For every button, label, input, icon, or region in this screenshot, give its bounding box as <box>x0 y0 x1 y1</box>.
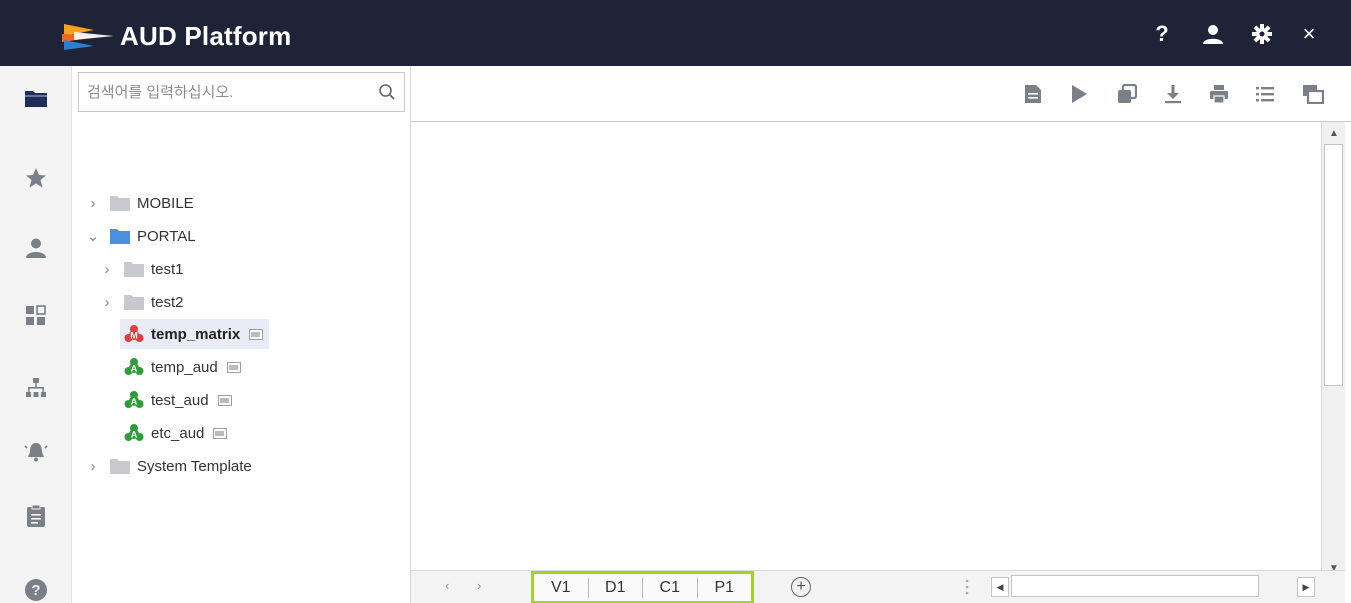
folder-icon <box>110 459 130 474</box>
search-box <box>78 72 405 112</box>
scroll-right-icon[interactable]: ▶ <box>1297 577 1315 597</box>
folder-icon[interactable] <box>18 80 54 116</box>
print-icon[interactable] <box>1207 82 1231 106</box>
folder-open-icon <box>110 229 130 244</box>
window-icon[interactable] <box>1301 82 1325 106</box>
tree-item-label: test1 <box>151 260 184 278</box>
aud-report-icon: A <box>124 358 144 375</box>
tree-item-label: etc_aud <box>151 424 205 442</box>
matrix-report-icon: M <box>124 325 144 342</box>
svg-text:A: A <box>131 364 138 374</box>
settings-gear-icon[interactable] <box>1250 22 1274 46</box>
prev-tab-icon[interactable]: ‹ <box>445 578 449 593</box>
chevron-right-icon[interactable]: › <box>100 261 114 278</box>
scroll-up-icon[interactable]: ▲ <box>1325 124 1343 142</box>
folder-icon <box>124 262 144 277</box>
tree-item-mobile[interactable]: › MOBILE <box>86 188 194 218</box>
preview-icon[interactable] <box>249 328 264 340</box>
vertical-scrollbar[interactable]: ▲ ▼ <box>1321 122 1345 579</box>
tree-item-portal[interactable]: ⌄ PORTAL <box>86 221 196 251</box>
vertical-scroll-thumb[interactable] <box>1324 144 1343 386</box>
tree-item-etc-aud[interactable]: A etc_aud <box>124 418 228 448</box>
tree-item-label: temp_aud <box>151 358 218 376</box>
sheet-tab-bar: ‹ › V1 D1 C1 P1 + ◀ ▶ <box>411 570 1345 603</box>
chevron-right-icon[interactable]: › <box>86 195 100 212</box>
add-tab-button[interactable]: + <box>791 577 811 597</box>
tree-item-temp-matrix[interactable]: M temp_matrix <box>120 319 270 349</box>
tree-item-label: MOBILE <box>137 194 194 212</box>
svg-text:A: A <box>131 397 138 407</box>
report-canvas[interactable] <box>411 122 1321 570</box>
document-icon[interactable] <box>1021 82 1045 106</box>
splitter-grip-icon[interactable] <box>965 579 969 595</box>
preview-icon[interactable] <box>226 361 241 373</box>
download-icon[interactable] <box>1161 82 1185 106</box>
clipboard-icon[interactable] <box>18 498 54 534</box>
chevron-right-icon[interactable]: › <box>86 458 100 475</box>
tree-item-label: test_aud <box>151 391 209 409</box>
help-circle-icon[interactable]: ? <box>18 572 54 603</box>
tree-item-label: System Template <box>137 457 252 475</box>
next-tab-icon[interactable]: › <box>477 578 481 593</box>
app-header: AUD Platform ? × <box>0 0 1351 66</box>
tab-p1[interactable]: P1 <box>698 574 752 601</box>
tree-item-label: test2 <box>151 293 184 311</box>
nav-rail: ? <box>0 66 72 603</box>
alarm-icon[interactable] <box>18 434 54 470</box>
preview-icon[interactable] <box>217 394 232 406</box>
svg-text:A: A <box>131 430 138 440</box>
close-icon[interactable]: × <box>1297 21 1321 46</box>
org-chart-icon[interactable] <box>18 370 54 406</box>
aud-report-icon: A <box>124 391 144 408</box>
horizontal-scroll-thumb[interactable] <box>1011 575 1259 597</box>
folder-icon <box>110 196 130 211</box>
star-icon[interactable] <box>18 160 54 196</box>
tree-item-label: PORTAL <box>137 227 196 245</box>
tree-item-temp-aud[interactable]: A temp_aud <box>124 352 241 382</box>
svg-text:?: ? <box>31 582 40 599</box>
grid-icon[interactable] <box>18 298 54 334</box>
sheet-tabs: V1 D1 C1 P1 <box>531 571 754 603</box>
aud-logo-icon <box>62 24 114 50</box>
tab-v1[interactable]: V1 <box>534 574 588 601</box>
tree-panel: › MOBILE ⌄ PORTAL › test1 › test2 M temp… <box>72 66 411 603</box>
user-icon[interactable] <box>18 230 54 266</box>
copy-icon[interactable] <box>1115 82 1139 106</box>
svg-text:M: M <box>130 331 138 341</box>
tree-item-system-template[interactable]: › System Template <box>86 451 252 481</box>
aud-report-icon: A <box>124 424 144 441</box>
preview-icon[interactable] <box>213 427 228 439</box>
search-icon[interactable] <box>378 83 396 101</box>
help-icon[interactable]: ? <box>1150 21 1174 46</box>
tree-item-test-aud[interactable]: A test_aud <box>124 385 232 415</box>
chevron-down-icon[interactable]: ⌄ <box>86 228 100 245</box>
play-icon[interactable] <box>1067 82 1091 106</box>
tree-item-test1[interactable]: › test1 <box>100 254 184 284</box>
app-title: AUD Platform <box>120 21 292 51</box>
scroll-left-icon[interactable]: ◀ <box>991 577 1009 597</box>
tab-c1[interactable]: C1 <box>643 574 697 601</box>
chevron-right-icon[interactable]: › <box>100 294 114 311</box>
tree-item-test2[interactable]: › test2 <box>100 287 184 317</box>
search-input[interactable] <box>87 73 367 111</box>
tab-d1[interactable]: D1 <box>589 574 643 601</box>
folder-icon <box>124 295 144 310</box>
user-account-icon[interactable] <box>1201 22 1225 46</box>
tree-item-label: temp_matrix <box>151 325 241 343</box>
list-icon[interactable] <box>1253 82 1277 106</box>
report-toolbar <box>411 66 1351 122</box>
